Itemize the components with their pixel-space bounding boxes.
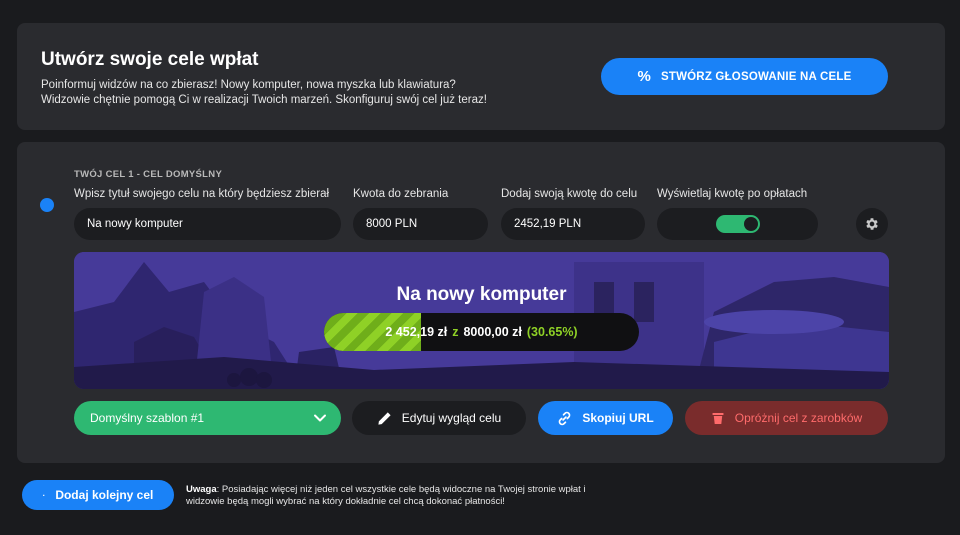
toggle-knob [743, 217, 758, 231]
clear-goal-label: Opróżnij cel z zarobków [734, 411, 863, 425]
create-vote-button[interactable]: % STWÓRZ GŁOSOWANIE NA CELE [601, 58, 888, 95]
copy-url-button[interactable]: Skopiuj URL [538, 401, 673, 435]
create-goals-card: Utwórz swoje cele wpłat Poinformuj widzó… [17, 23, 945, 130]
link-icon [559, 411, 571, 425]
amount-separator: z [452, 325, 459, 339]
progress-text: 2 452,19 zł z 8000,00 zł (30.65%) [324, 313, 639, 351]
goal-heading: TWÓJ CEL 1 - CEL DOMYŚLNY [74, 169, 223, 180]
chevron-down-icon [314, 414, 326, 422]
note-text: Uwaga: Posiadając więcej niż jeden cel w… [186, 484, 636, 508]
preview-title: Na nowy komputer [396, 284, 567, 305]
amount-input[interactable]: 8000 PLN [353, 208, 488, 240]
show-amount-label: Wyświetlaj kwotę po opłatach [657, 188, 808, 200]
note-line-2: widzowie będą mogli wybrać na który dokł… [186, 496, 505, 507]
create-vote-label: STWÓRZ GŁOSOWANIE NA CELE [661, 70, 852, 83]
edit-appearance-button[interactable]: Edytuj wygląd celu [352, 401, 526, 435]
show-amount-toggle-box [657, 208, 818, 240]
own-amount-label: Dodaj swoją kwotę do celu [501, 188, 638, 200]
gear-icon [866, 218, 878, 230]
title-label: Wpisz tytuł swojego celu na który będzie… [74, 188, 330, 200]
add-goal-button[interactable]: · Dodaj kolejny cel [22, 480, 174, 510]
goal-preview: Na nowy komputer 2 452,19 zł z 8000,00 z… [74, 252, 889, 389]
trash-icon [712, 413, 724, 424]
note-label: Uwaga [186, 484, 217, 495]
note-line-1: : Posiadając więcej niż jeden cel wszyst… [216, 484, 586, 495]
pencil-icon [378, 411, 391, 425]
clear-goal-button[interactable]: Opróżnij cel z zarobków [685, 401, 888, 435]
show-amount-toggle[interactable] [715, 215, 760, 233]
template-select[interactable]: Domyślny szablon #1 [74, 401, 341, 435]
settings-button[interactable] [856, 208, 888, 240]
edit-appearance-label: Edytuj wygląd celu [401, 411, 502, 425]
dot-icon: · [42, 490, 46, 500]
description-line-2: Widzowie chętnie pomogą Ci w realizacji … [41, 94, 487, 106]
percent-icon: % [637, 68, 652, 85]
copy-url-label: Skopiuj URL [582, 411, 654, 425]
title-input[interactable]: Na nowy komputer [74, 208, 341, 240]
collected-amount: 2 452,19 zł [385, 325, 448, 339]
target-amount: 8000,00 zł [463, 325, 522, 339]
description-line-1: Poinformuj widzów na co zbierasz! Nowy k… [41, 79, 456, 91]
template-select-label: Domyślny szablon #1 [90, 411, 205, 425]
amount-label: Kwota do zebrania [353, 188, 449, 200]
page-title: Utwórz swoje cele wpłat [41, 49, 259, 70]
progress-bar: 2 452,19 zł z 8000,00 zł (30.65%) [324, 313, 639, 351]
add-goal-label: Dodaj kolejny cel [55, 488, 154, 502]
progress-percent: (30.65%) [526, 325, 578, 339]
own-amount-input[interactable]: 2452,19 PLN [501, 208, 645, 240]
page-description: Poinformuj widzów na co zbierasz! Nowy k… [41, 78, 561, 108]
goal-card: TWÓJ CEL 1 - CEL DOMYŚLNY Wpisz tytuł sw… [17, 142, 945, 463]
goal-radio[interactable] [40, 198, 54, 212]
